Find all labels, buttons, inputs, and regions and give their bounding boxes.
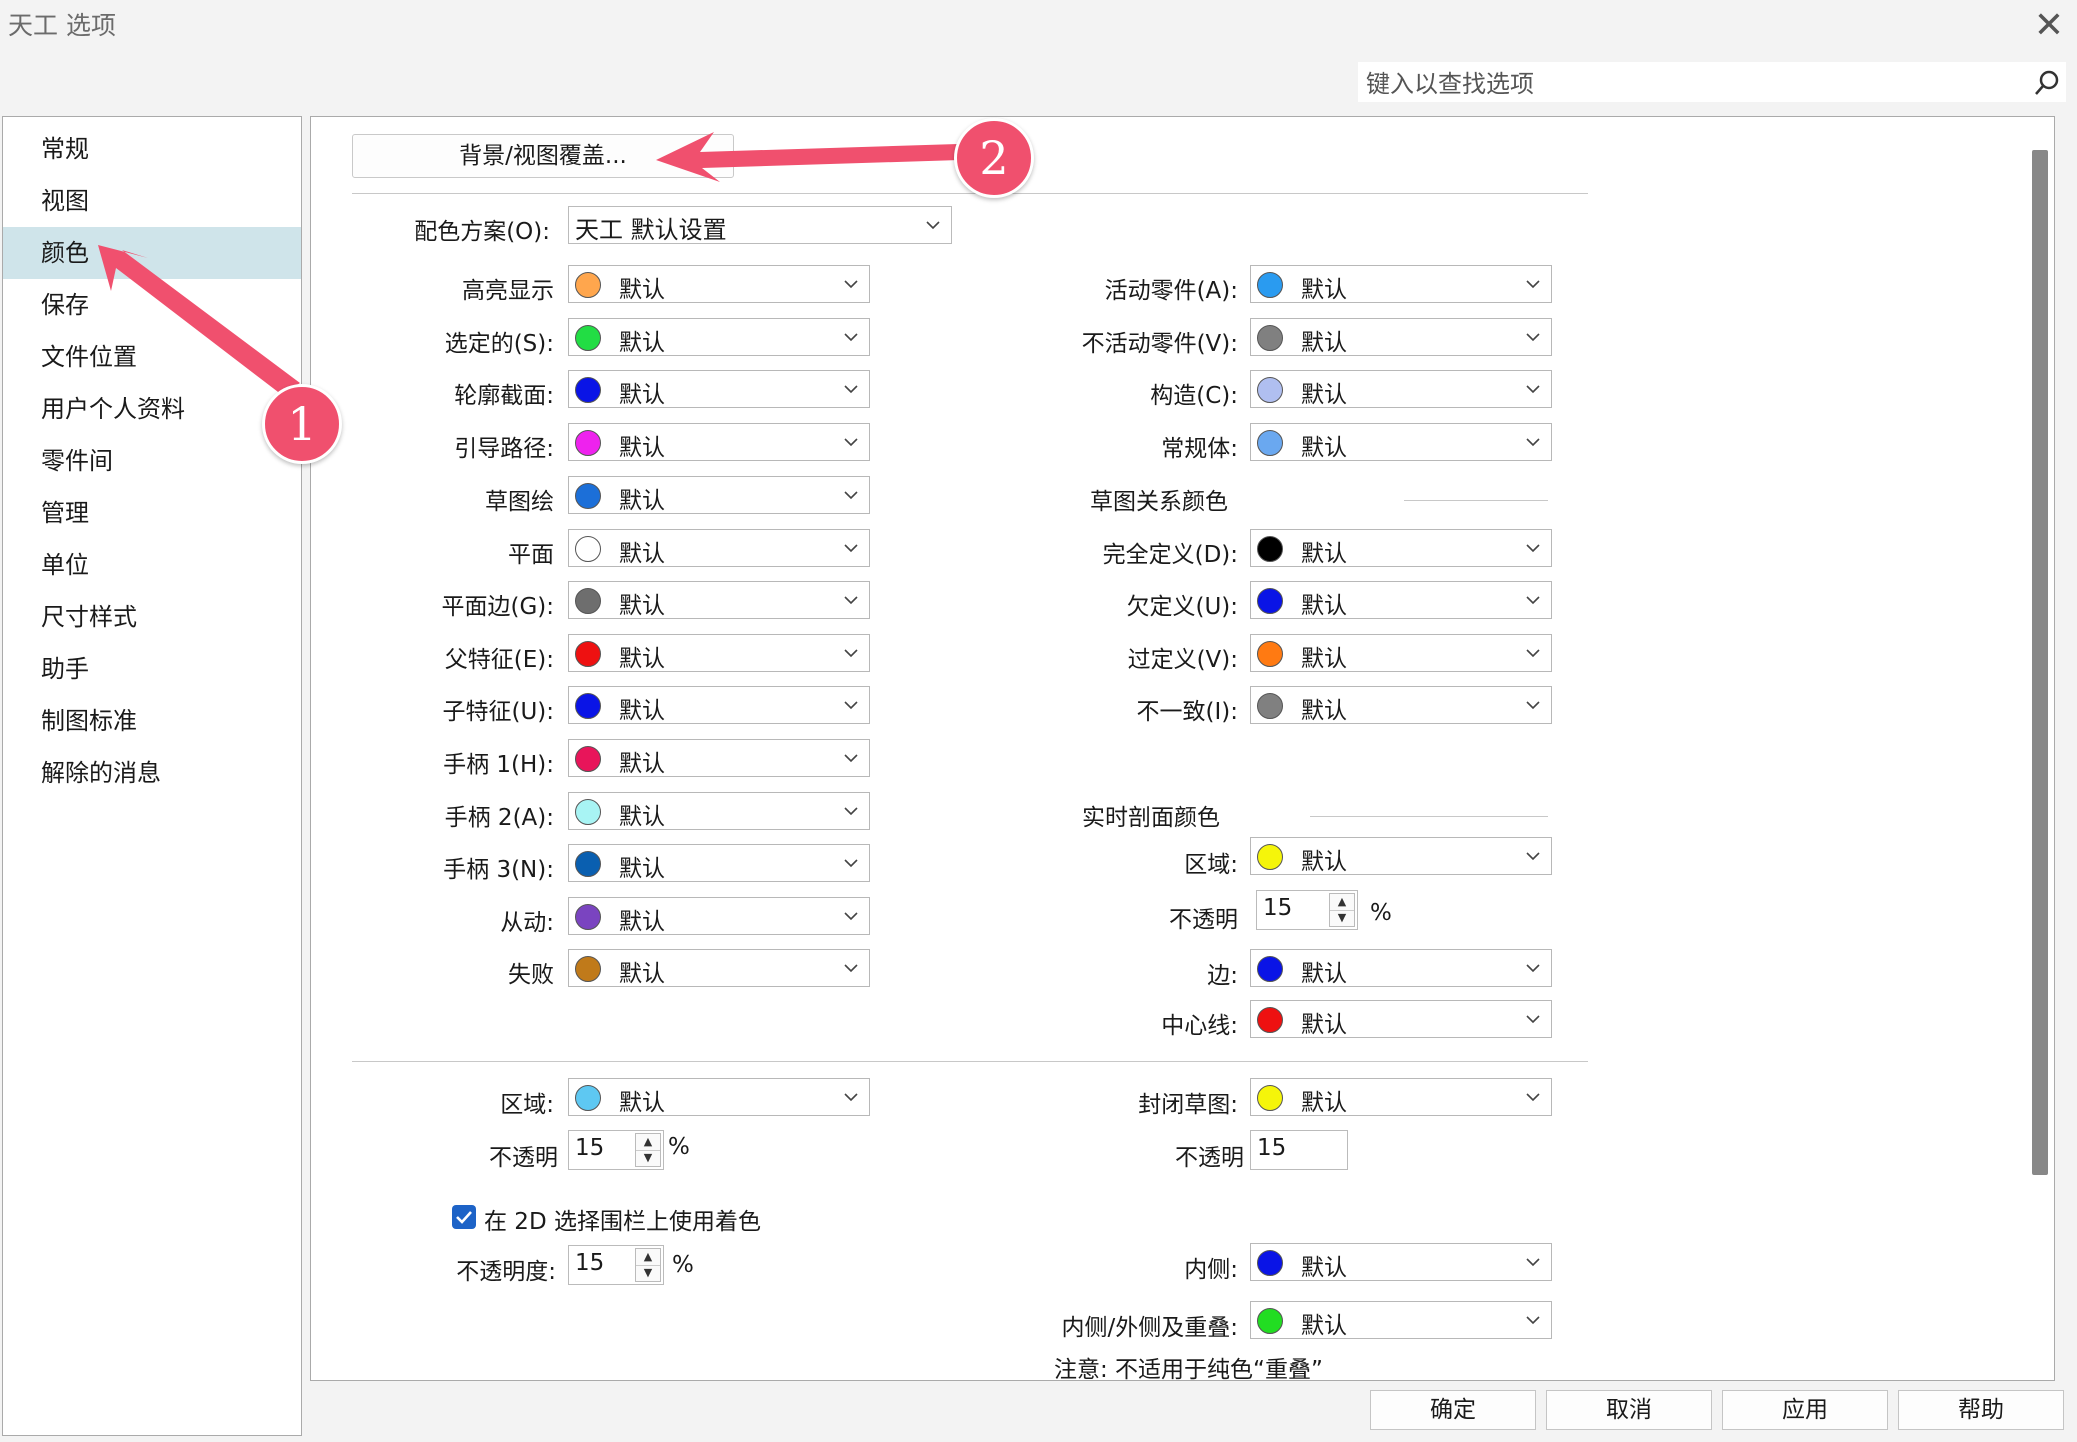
annotation-badge-2: 2 <box>954 118 1034 198</box>
annotation-arrow-2 <box>656 132 960 182</box>
annotation-arrow-1 <box>98 245 300 395</box>
annotation-badge-1: 1 <box>262 384 342 464</box>
annotation-arrows <box>98 132 960 395</box>
